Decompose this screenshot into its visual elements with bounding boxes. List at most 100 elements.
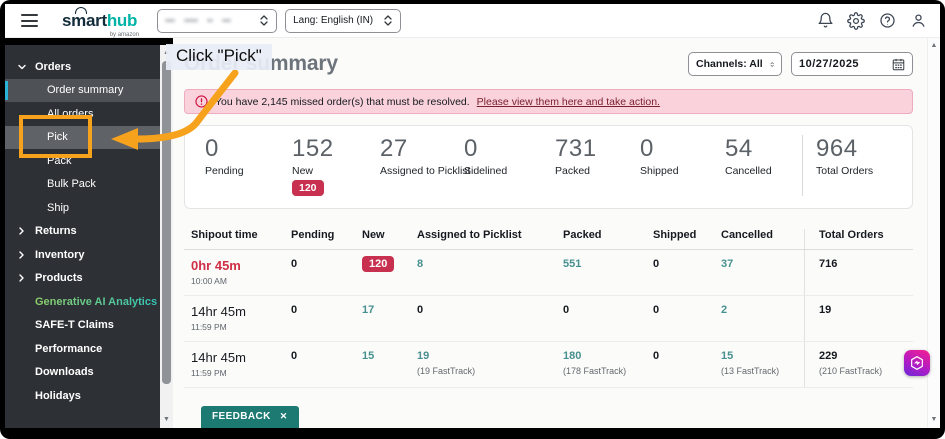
- cell-pending: 0: [291, 350, 362, 362]
- stat-value: 0: [640, 135, 654, 162]
- merchant-selector[interactable]: [157, 8, 278, 33]
- sidebar-item-products[interactable]: Products: [5, 267, 160, 291]
- sidebar-item-performance[interactable]: Performance: [5, 337, 160, 361]
- smarthub-logo[interactable]: smarthub by amazon: [62, 6, 139, 38]
- shipout-time-cell: 14hr 45m 11:59 PM: [184, 350, 291, 378]
- table-row: 0hr 45m 10:00 AM 0 120 8 551 0 37 716: [184, 250, 913, 296]
- shipout-time: 14hr 45m: [191, 350, 246, 365]
- alert-link[interactable]: Please view them here and take action.: [477, 96, 660, 108]
- scrollbar-thumb[interactable]: [162, 61, 171, 384]
- stat-label: Assigned to Picklist: [380, 165, 471, 177]
- count-link[interactable]: 8: [417, 258, 423, 270]
- alert-icon: [195, 95, 208, 108]
- stat-value: 27: [380, 135, 408, 162]
- screenshot-frame: smarthub by amazon Lang: English (IN) Or…: [0, 0, 945, 439]
- count-link[interactable]: 180: [563, 350, 581, 362]
- settings-gear-icon[interactable]: [846, 11, 866, 31]
- cell-shipped: 0: [653, 304, 721, 316]
- cell-pending: 0: [291, 258, 362, 270]
- close-icon[interactable]: ✕: [280, 411, 288, 422]
- stat-label: Packed: [555, 165, 591, 177]
- order-stats-card: 0 Pending 152 New 120 27 Assigned to Picklist 0…: [184, 125, 913, 209]
- column-header-shipout-time: Shipout time: [191, 229, 258, 241]
- count-value: 0: [653, 258, 660, 270]
- sidebar-scrollbar[interactable]: ▲ ▼: [160, 38, 173, 428]
- cell-packed: 551: [563, 258, 653, 270]
- count-link[interactable]: 15: [362, 350, 374, 362]
- count-value: 716: [819, 258, 838, 270]
- sidebar-item-label: Bulk Pack: [47, 178, 96, 191]
- shipout-time: 0hr 45m: [191, 258, 241, 273]
- cell-assigned-to-picklist: 19 (19 FastTrack): [417, 350, 563, 376]
- sidebar-item-label: Performance: [35, 342, 103, 355]
- count-link[interactable]: 15: [721, 350, 733, 362]
- stat-pending: 0 Pending: [205, 135, 292, 196]
- channels-selector[interactable]: Channels: All: [688, 52, 782, 76]
- count-badge[interactable]: 120: [362, 256, 395, 272]
- count-value: 229: [819, 350, 838, 362]
- count-value: 19: [819, 304, 832, 316]
- sidebar-item-downloads[interactable]: Downloads: [5, 361, 160, 385]
- sidebar-item-orders[interactable]: Orders: [5, 55, 160, 79]
- fasttrack-note: (13 FastTrack): [721, 366, 780, 376]
- sidebar-item-safe-t-claims[interactable]: SAFE-T Claims: [5, 314, 160, 338]
- stat-label: Cancelled: [725, 165, 772, 177]
- cell-shipped: 0: [653, 350, 721, 362]
- feedback-button[interactable]: FEEDBACK ✕: [201, 406, 299, 428]
- sidebar-item-generative-ai-analytics[interactable]: Generative AI Analytics: [5, 290, 160, 314]
- column-header-new: New: [362, 229, 385, 241]
- stat-label: Total Orders: [816, 165, 874, 177]
- scroll-down-icon[interactable]: ▼: [928, 415, 940, 425]
- stat-cancelled: 54 Cancelled: [725, 135, 802, 196]
- count-link[interactable]: 551: [563, 258, 581, 270]
- help-icon[interactable]: [877, 11, 897, 31]
- sidebar-item-label: SAFE-T Claims: [35, 319, 114, 332]
- sidebar-item-label: Ship: [47, 201, 70, 214]
- extension-icon[interactable]: [904, 350, 930, 376]
- sidebar-item-label: Downloads: [35, 366, 94, 379]
- column-header-cancelled: Cancelled: [721, 229, 773, 241]
- shipout-time-clock: 10:00 AM: [191, 276, 227, 286]
- hamburger-menu-icon[interactable]: [21, 14, 38, 27]
- stat-badge[interactable]: 120: [292, 180, 324, 196]
- stepper-icon: [770, 61, 774, 67]
- sidebar-item-returns[interactable]: Returns: [5, 220, 160, 244]
- sidebar-item-label: Orders: [35, 60, 72, 73]
- sidebar-item-label: Products: [35, 272, 83, 285]
- count-link[interactable]: 17: [362, 304, 374, 316]
- column-header-shipped: Shipped: [653, 229, 697, 241]
- chevron-right-icon: [18, 274, 25, 282]
- sidebar-item-inventory[interactable]: Inventory: [5, 243, 160, 267]
- sidebar-nav: Orders Order summary All orders Pick Pack Bul…: [5, 38, 160, 428]
- sidebar-item-ship[interactable]: Ship: [5, 196, 160, 220]
- scroll-down-icon[interactable]: ▼: [160, 415, 173, 425]
- count-link[interactable]: 2: [721, 304, 727, 316]
- language-selector[interactable]: Lang: English (IN): [285, 8, 402, 33]
- cell-packed: 0: [563, 304, 653, 316]
- date-picker[interactable]: 10/27/2025: [791, 52, 913, 76]
- cell-total-orders: 229 (210 FastTrack): [804, 342, 913, 387]
- shipout-time-clock: 11:59 PM: [191, 368, 227, 378]
- notifications-bell-icon[interactable]: [815, 11, 835, 31]
- cell-shipped: 0: [653, 258, 721, 270]
- channels-selector-value: Channels: All: [696, 58, 763, 70]
- calendar-icon: [892, 58, 905, 70]
- fasttrack-note: (210 FastTrack): [819, 366, 883, 376]
- sidebar-item-bulk-pack[interactable]: Bulk Pack: [5, 173, 160, 197]
- cell-cancelled: 15 (13 FastTrack): [721, 350, 804, 376]
- logo-text-hub: hub: [106, 10, 138, 30]
- sidebar-item-holidays[interactable]: Holidays: [5, 384, 160, 408]
- alert-text: You have 2,145 missed order(s) that must…: [215, 95, 470, 108]
- stat-value: 731: [555, 135, 597, 162]
- scroll-up-icon[interactable]: ▲: [928, 41, 940, 51]
- stat-label: Sidelined: [464, 165, 508, 177]
- count-link[interactable]: 37: [721, 258, 733, 270]
- date-value: 10/27/2025: [799, 58, 860, 70]
- count-link[interactable]: 19: [417, 350, 429, 362]
- table-row: 14hr 45m 11:59 PM 0 15 19 (19 FastTrack) 180 (1…: [184, 342, 913, 388]
- stat-label: Pending: [205, 165, 244, 177]
- account-person-icon[interactable]: [908, 11, 928, 31]
- sidebar-item-order-summary[interactable]: Order summary: [5, 78, 160, 102]
- shipout-time: 14hr 45m: [191, 304, 246, 319]
- cell-new: 120: [362, 256, 417, 272]
